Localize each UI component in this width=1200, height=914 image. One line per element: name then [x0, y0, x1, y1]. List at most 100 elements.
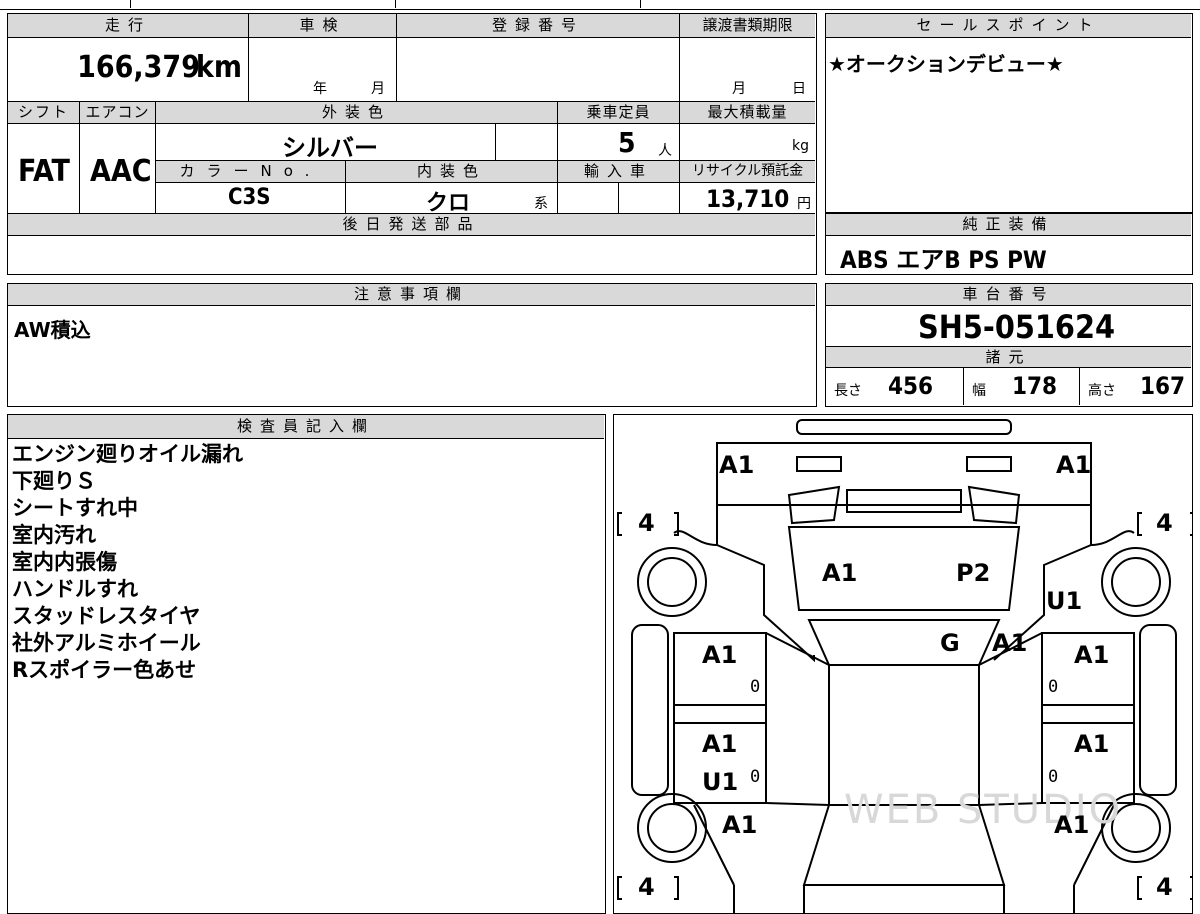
spec-length-cell: 長さ 456	[826, 368, 964, 405]
header-import: 輸入車	[558, 161, 680, 183]
mark-roof-side: A1	[992, 629, 1028, 657]
mark-right-fender: A1	[1054, 811, 1090, 839]
aircon-cell: AAC	[80, 124, 156, 214]
capacity-cell: 5 人	[558, 124, 680, 161]
header-color-no: カラーNo.	[156, 161, 346, 183]
recycle-value: 13,710	[706, 185, 790, 213]
top-clipped-divider	[395, 0, 396, 8]
inspector-notes-box: 検査員記入欄 エンジン廻りオイル漏れ 下廻りＳ シートすれ中 室内汚れ 室内内張…	[7, 414, 606, 914]
chassis-value: SH5-051624	[918, 308, 1115, 346]
header-aircon: エアコン	[80, 102, 156, 124]
color-no-cell: C3S	[156, 183, 346, 214]
inspector-note: 下廻りＳ	[12, 469, 96, 493]
shift-value: FAT	[18, 154, 70, 189]
spec-width-label: 幅	[972, 383, 986, 399]
transfer-month: 月	[732, 81, 746, 97]
registration-cell	[397, 38, 680, 102]
interior-color-suffix: 系	[534, 196, 548, 212]
mark-right-rear-door: A1	[1074, 641, 1110, 669]
exterior-color-cell: シルバー	[156, 124, 496, 162]
inspector-note: スタッドレスタイヤ	[12, 604, 201, 628]
caution-text: AW積込	[14, 318, 91, 342]
inspector-notes-list: エンジン廻りオイル漏れ 下廻りＳ シートすれ中 室内汚れ 室内内張傷 ハンドルす…	[12, 441, 243, 684]
header-mileage: 走行	[8, 14, 249, 38]
interior-color-value: クロ	[426, 191, 471, 216]
mark-right-quarter: U1	[1046, 587, 1083, 615]
sales-point-text: ★オークションデビュー★	[828, 52, 1064, 76]
zero-mark: 0	[1048, 677, 1059, 697]
import-cell-b	[619, 183, 680, 214]
header-interior-color: 内装色	[346, 161, 558, 183]
chassis-box: 車台番号 SH5-051624 諸元 長さ 456 幅 178 高さ 167	[825, 283, 1193, 407]
mark-rear-glass-left: A1	[822, 559, 858, 587]
header-shift: シフト	[8, 102, 80, 124]
header-inspection: 車検	[249, 14, 397, 38]
header-genuine-equipment: 純正装備	[826, 214, 1191, 236]
spec-length-label: 長さ	[834, 383, 862, 399]
header-caution: 注意事項欄	[8, 284, 815, 306]
top-clipped-strip	[0, 0, 1200, 10]
spec-height-cell: 高さ 167	[1080, 368, 1191, 405]
mileage-value: 166,379	[77, 50, 200, 85]
mark-rear-right: A1	[1056, 451, 1092, 479]
header-chassis: 車台番号	[826, 284, 1191, 306]
inspector-note: エンジン廻りオイル漏れ	[12, 442, 243, 466]
sales-point-box: セールスポイント ★オークションデビュー★	[825, 13, 1193, 213]
mileage-cell: 166,379 km	[8, 38, 249, 102]
vehicle-diagram-box: WEB STUDIO 4 4 4 4 A1 A1 A1 P2 U1 G A1 A…	[613, 414, 1193, 914]
header-registration: 登録番号	[397, 14, 680, 38]
mark-left-front-door-2: U1	[702, 768, 739, 796]
genuine-equipment-box: 純正装備 ABS エアB PS PW	[825, 213, 1193, 275]
mark-left-fender: A1	[722, 811, 758, 839]
caution-box: 注意事項欄 AW積込	[7, 283, 817, 407]
mark-rear-left: A1	[719, 451, 755, 479]
aircon-value: AAC	[90, 154, 152, 189]
spec-width-cell: 幅 178	[964, 368, 1080, 405]
exterior-color-extra-cell	[496, 124, 558, 161]
mark-left-front-door: A1	[702, 730, 738, 758]
inspector-note: Rスポイラー色あせ	[12, 658, 197, 682]
spec-width-value: 178	[1012, 372, 1058, 400]
mark-right-front-door: A1	[1074, 730, 1110, 758]
header-later-parts: 後日発送部品	[8, 214, 815, 236]
shift-cell: FAT	[8, 124, 80, 214]
header-inspector: 検査員記入欄	[8, 415, 604, 439]
inspector-note: 社外アルミホイール	[12, 631, 201, 655]
mark-rear-glass-right: P2	[956, 559, 991, 587]
mark-left-rear-door: A1	[702, 641, 738, 669]
interior-color-cell: クロ 系	[346, 183, 558, 216]
header-max-load: 最大積載量	[680, 102, 815, 124]
inspector-note: シートすれ中	[12, 496, 138, 520]
mark-roof: G	[940, 629, 960, 657]
capacity-value: 5	[618, 126, 636, 159]
header-transfer-deadline: 譲渡書類期限	[680, 14, 815, 38]
transfer-deadline-cell: 月 日	[680, 38, 815, 102]
exterior-color-value: シルバー	[282, 134, 378, 162]
recycle-unit: 円	[797, 196, 811, 212]
inspector-note: 室内内張傷	[12, 550, 117, 574]
max-load-cell: kg	[680, 124, 815, 161]
top-clipped-divider	[640, 0, 641, 8]
zero-mark: 0	[1048, 767, 1059, 787]
header-sales-point: セールスポイント	[826, 14, 1191, 38]
header-recycle: リサイクル預託金	[680, 161, 815, 183]
tire-depth-front-left: 4	[638, 873, 655, 901]
later-parts-cell	[8, 236, 815, 273]
inspector-note: 室内汚れ	[12, 523, 96, 547]
max-load-unit: kg	[792, 138, 809, 154]
transfer-day: 日	[792, 81, 806, 97]
spec-length-value: 456	[888, 372, 934, 400]
genuine-equipment-value: ABS エアB PS PW	[840, 246, 1047, 274]
inspector-note: ハンドルすれ	[12, 577, 138, 601]
zero-mark: 0	[750, 677, 761, 697]
header-capacity: 乗車定員	[558, 102, 680, 124]
capacity-unit: 人	[658, 143, 672, 159]
top-clipped-divider	[130, 0, 131, 8]
spec-height-label: 高さ	[1088, 383, 1116, 399]
inspection-year: 年	[313, 81, 327, 97]
inspection-month: 月	[371, 81, 385, 97]
vehicle-info-table: 走行 車検 登録番号 譲渡書類期限 166,379 km 年 月 月 日 シフト…	[7, 13, 817, 275]
zero-mark: 0	[750, 767, 761, 787]
header-exterior-color: 外装色	[156, 102, 558, 124]
color-no-value: C3S	[228, 185, 271, 210]
